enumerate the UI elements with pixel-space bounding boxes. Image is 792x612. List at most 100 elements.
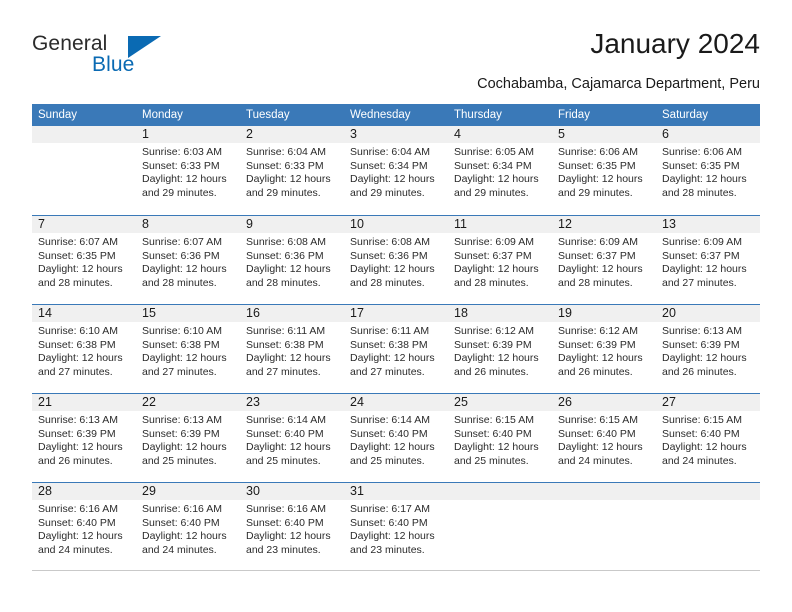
sunset-text: Sunset: 6:40 PM bbox=[662, 427, 740, 440]
day-number: 7 bbox=[32, 216, 136, 233]
day-number: 21 bbox=[32, 394, 136, 411]
day-info: Sunrise: 6:16 AM Sunset: 6:40 PM Dayligh… bbox=[240, 500, 344, 557]
day-cell[interactable]: 21 Sunrise: 6:13 AM Sunset: 6:39 PM Dayl… bbox=[32, 394, 136, 482]
daylight-text: Daylight: 12 hours and 27 minutes. bbox=[142, 352, 227, 378]
day-number: 22 bbox=[136, 394, 240, 411]
day-cell[interactable]: 23 Sunrise: 6:14 AM Sunset: 6:40 PM Dayl… bbox=[240, 394, 344, 482]
sunset-text: Sunset: 6:36 PM bbox=[350, 249, 428, 262]
sunrise-text: Sunrise: 6:08 AM bbox=[246, 236, 326, 248]
week-row: 14 Sunrise: 6:10 AM Sunset: 6:38 PM Dayl… bbox=[32, 304, 760, 393]
day-number: 17 bbox=[344, 305, 448, 322]
sunrise-text: Sunrise: 6:11 AM bbox=[246, 325, 326, 337]
daylight-text: Daylight: 12 hours and 29 minutes. bbox=[246, 173, 331, 199]
day-cell[interactable]: 8 Sunrise: 6:07 AM Sunset: 6:36 PM Dayli… bbox=[136, 216, 240, 304]
day-cell[interactable]: 30 Sunrise: 6:16 AM Sunset: 6:40 PM Dayl… bbox=[240, 483, 344, 570]
calendar-grid: Sunday Monday Tuesday Wednesday Thursday… bbox=[32, 104, 760, 571]
day-cell[interactable]: 18 Sunrise: 6:12 AM Sunset: 6:39 PM Dayl… bbox=[448, 305, 552, 393]
day-number: 5 bbox=[552, 126, 656, 143]
day-cell[interactable]: 6 Sunrise: 6:06 AM Sunset: 6:35 PM Dayli… bbox=[656, 126, 760, 215]
day-cell[interactable]: 3 Sunrise: 6:04 AM Sunset: 6:34 PM Dayli… bbox=[344, 126, 448, 215]
day-info: Sunrise: 6:04 AM Sunset: 6:33 PM Dayligh… bbox=[240, 143, 344, 200]
day-cell[interactable]: 31 Sunrise: 6:17 AM Sunset: 6:40 PM Dayl… bbox=[344, 483, 448, 570]
day-info: Sunrise: 6:10 AM Sunset: 6:38 PM Dayligh… bbox=[32, 322, 136, 379]
day-cell[interactable]: 10 Sunrise: 6:08 AM Sunset: 6:36 PM Dayl… bbox=[344, 216, 448, 304]
day-cell[interactable]: 12 Sunrise: 6:09 AM Sunset: 6:37 PM Dayl… bbox=[552, 216, 656, 304]
daylight-text: Daylight: 12 hours and 24 minutes. bbox=[558, 441, 643, 467]
week-row: 1 Sunrise: 6:03 AM Sunset: 6:33 PM Dayli… bbox=[32, 126, 760, 215]
sunset-text: Sunset: 6:38 PM bbox=[350, 338, 428, 351]
sunset-text: Sunset: 6:40 PM bbox=[454, 427, 532, 440]
day-number: 12 bbox=[552, 216, 656, 233]
day-info: Sunrise: 6:15 AM Sunset: 6:40 PM Dayligh… bbox=[552, 411, 656, 468]
sunset-text: Sunset: 6:39 PM bbox=[662, 338, 740, 351]
day-info: Sunrise: 6:16 AM Sunset: 6:40 PM Dayligh… bbox=[136, 500, 240, 557]
sunrise-text: Sunrise: 6:12 AM bbox=[558, 325, 638, 337]
day-info: Sunrise: 6:06 AM Sunset: 6:35 PM Dayligh… bbox=[656, 143, 760, 200]
day-cell[interactable]: 2 Sunrise: 6:04 AM Sunset: 6:33 PM Dayli… bbox=[240, 126, 344, 215]
weekday-header-row: Sunday Monday Tuesday Wednesday Thursday… bbox=[32, 104, 760, 126]
day-cell[interactable] bbox=[32, 126, 136, 215]
day-cell[interactable]: 15 Sunrise: 6:10 AM Sunset: 6:38 PM Dayl… bbox=[136, 305, 240, 393]
daylight-text: Daylight: 12 hours and 28 minutes. bbox=[662, 173, 747, 199]
day-cell[interactable]: 22 Sunrise: 6:13 AM Sunset: 6:39 PM Dayl… bbox=[136, 394, 240, 482]
day-cell[interactable]: 11 Sunrise: 6:09 AM Sunset: 6:37 PM Dayl… bbox=[448, 216, 552, 304]
day-cell[interactable]: 1 Sunrise: 6:03 AM Sunset: 6:33 PM Dayli… bbox=[136, 126, 240, 215]
daylight-text: Daylight: 12 hours and 27 minutes. bbox=[246, 352, 331, 378]
day-cell[interactable]: 26 Sunrise: 6:15 AM Sunset: 6:40 PM Dayl… bbox=[552, 394, 656, 482]
day-cell[interactable]: 19 Sunrise: 6:12 AM Sunset: 6:39 PM Dayl… bbox=[552, 305, 656, 393]
sunrise-text: Sunrise: 6:04 AM bbox=[350, 146, 430, 158]
sunrise-text: Sunrise: 6:05 AM bbox=[454, 146, 534, 158]
day-cell[interactable]: 16 Sunrise: 6:11 AM Sunset: 6:38 PM Dayl… bbox=[240, 305, 344, 393]
sunset-text: Sunset: 6:37 PM bbox=[454, 249, 532, 262]
daylight-text: Daylight: 12 hours and 28 minutes. bbox=[38, 263, 123, 289]
daylight-text: Daylight: 12 hours and 26 minutes. bbox=[558, 352, 643, 378]
day-cell[interactable] bbox=[448, 483, 552, 570]
day-cell[interactable]: 28 Sunrise: 6:16 AM Sunset: 6:40 PM Dayl… bbox=[32, 483, 136, 570]
day-info: Sunrise: 6:09 AM Sunset: 6:37 PM Dayligh… bbox=[656, 233, 760, 290]
day-cell[interactable]: 9 Sunrise: 6:08 AM Sunset: 6:36 PM Dayli… bbox=[240, 216, 344, 304]
day-cell[interactable]: 5 Sunrise: 6:06 AM Sunset: 6:35 PM Dayli… bbox=[552, 126, 656, 215]
week-row: 28 Sunrise: 6:16 AM Sunset: 6:40 PM Dayl… bbox=[32, 482, 760, 571]
day-cell[interactable]: 4 Sunrise: 6:05 AM Sunset: 6:34 PM Dayli… bbox=[448, 126, 552, 215]
sunrise-text: Sunrise: 6:07 AM bbox=[38, 236, 118, 248]
sunset-text: Sunset: 6:40 PM bbox=[350, 427, 428, 440]
day-cell[interactable]: 13 Sunrise: 6:09 AM Sunset: 6:37 PM Dayl… bbox=[656, 216, 760, 304]
daylight-text: Daylight: 12 hours and 25 minutes. bbox=[350, 441, 435, 467]
day-number: 15 bbox=[136, 305, 240, 322]
daylight-text: Daylight: 12 hours and 24 minutes. bbox=[142, 530, 227, 556]
sunset-text: Sunset: 6:34 PM bbox=[454, 159, 532, 172]
day-cell[interactable]: 24 Sunrise: 6:14 AM Sunset: 6:40 PM Dayl… bbox=[344, 394, 448, 482]
weekday-header-tuesday: Tuesday bbox=[246, 109, 290, 121]
sunset-text: Sunset: 6:40 PM bbox=[246, 516, 324, 529]
day-number bbox=[656, 483, 760, 500]
sunset-text: Sunset: 6:33 PM bbox=[142, 159, 220, 172]
daylight-text: Daylight: 12 hours and 27 minutes. bbox=[350, 352, 435, 378]
day-info: Sunrise: 6:08 AM Sunset: 6:36 PM Dayligh… bbox=[344, 233, 448, 290]
day-cell[interactable]: 7 Sunrise: 6:07 AM Sunset: 6:35 PM Dayli… bbox=[32, 216, 136, 304]
day-cell[interactable]: 14 Sunrise: 6:10 AM Sunset: 6:38 PM Dayl… bbox=[32, 305, 136, 393]
daylight-text: Daylight: 12 hours and 29 minutes. bbox=[454, 173, 539, 199]
day-cell[interactable] bbox=[552, 483, 656, 570]
sunrise-text: Sunrise: 6:10 AM bbox=[142, 325, 222, 337]
day-number: 25 bbox=[448, 394, 552, 411]
day-cell[interactable]: 20 Sunrise: 6:13 AM Sunset: 6:39 PM Dayl… bbox=[656, 305, 760, 393]
day-cell[interactable]: 29 Sunrise: 6:16 AM Sunset: 6:40 PM Dayl… bbox=[136, 483, 240, 570]
day-cell[interactable] bbox=[656, 483, 760, 570]
weekday-header-monday: Monday bbox=[142, 109, 183, 121]
daylight-text: Daylight: 12 hours and 28 minutes. bbox=[558, 263, 643, 289]
day-cell[interactable]: 27 Sunrise: 6:15 AM Sunset: 6:40 PM Dayl… bbox=[656, 394, 760, 482]
day-number: 30 bbox=[240, 483, 344, 500]
day-info: Sunrise: 6:04 AM Sunset: 6:34 PM Dayligh… bbox=[344, 143, 448, 200]
day-number: 11 bbox=[448, 216, 552, 233]
calendar-page: General Blue January 2024 Cochabamba, Ca… bbox=[0, 0, 792, 612]
weekday-header-thursday: Thursday bbox=[454, 109, 502, 121]
general-blue-logo[interactable]: General Blue bbox=[32, 32, 232, 82]
day-cell[interactable]: 25 Sunrise: 6:15 AM Sunset: 6:40 PM Dayl… bbox=[448, 394, 552, 482]
day-cell[interactable]: 17 Sunrise: 6:11 AM Sunset: 6:38 PM Dayl… bbox=[344, 305, 448, 393]
day-info: Sunrise: 6:05 AM Sunset: 6:34 PM Dayligh… bbox=[448, 143, 552, 200]
day-info: Sunrise: 6:10 AM Sunset: 6:38 PM Dayligh… bbox=[136, 322, 240, 379]
sunrise-text: Sunrise: 6:09 AM bbox=[662, 236, 742, 248]
sunset-text: Sunset: 6:39 PM bbox=[454, 338, 532, 351]
sunrise-text: Sunrise: 6:11 AM bbox=[350, 325, 430, 337]
day-number: 27 bbox=[656, 394, 760, 411]
